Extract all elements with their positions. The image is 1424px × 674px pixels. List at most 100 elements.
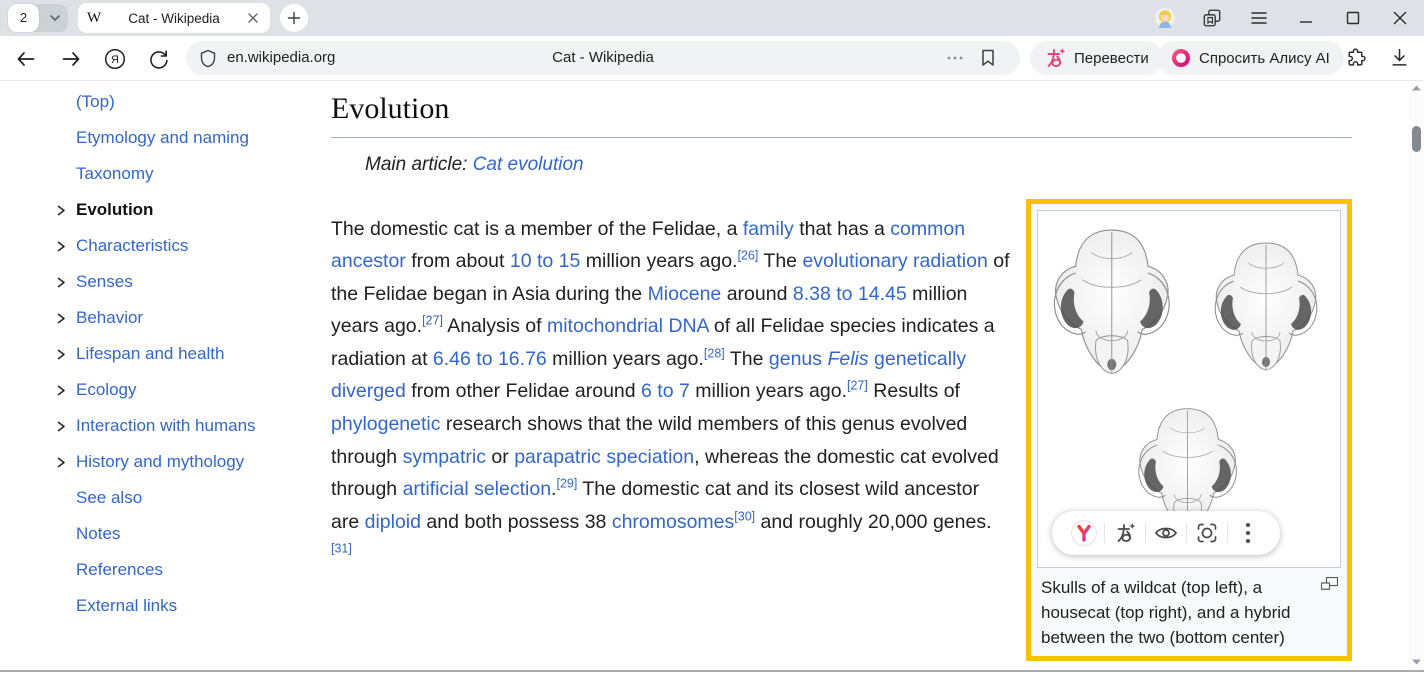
scroll-up-icon[interactable] bbox=[1411, 84, 1422, 92]
sidebar-item-characteristics[interactable]: Characteristics bbox=[56, 228, 321, 264]
article-link[interactable]: 6.46 to 16.76 bbox=[433, 348, 547, 370]
sidebar-item-label[interactable]: Characteristics bbox=[76, 236, 188, 255]
sidebar-item-notes[interactable]: Notes bbox=[56, 516, 321, 552]
figure-image[interactable] bbox=[1037, 210, 1341, 568]
sidebar-item-behavior[interactable]: Behavior bbox=[56, 300, 321, 336]
article-link[interactable]: genus bbox=[769, 348, 822, 370]
sidebar-item-references[interactable]: References bbox=[56, 552, 321, 588]
article-link[interactable]: 6 to 7 bbox=[641, 380, 690, 402]
chevron-right-icon[interactable] bbox=[54, 348, 67, 361]
chevron-right-icon[interactable] bbox=[54, 204, 67, 217]
reference-superscript: [26] bbox=[738, 249, 759, 263]
article-link[interactable]: mitochondrial DNA bbox=[547, 315, 708, 337]
chevron-right-icon[interactable] bbox=[54, 240, 67, 253]
forward-button[interactable] bbox=[60, 48, 82, 70]
ask-alice-button[interactable]: Спросить Алису AI bbox=[1157, 41, 1344, 75]
article-link[interactable]: phylogenetic bbox=[331, 413, 441, 435]
article-link[interactable]: sympatric bbox=[403, 446, 486, 468]
sidebar-item-label[interactable]: Taxonomy bbox=[76, 164, 153, 183]
image-search-icon[interactable] bbox=[1194, 520, 1220, 546]
reference-link[interactable]: [29] bbox=[556, 477, 577, 491]
sidebar-item-label[interactable]: Etymology and naming bbox=[76, 128, 249, 147]
article-link[interactable]: 8.38 to 14.45 bbox=[793, 283, 907, 305]
sidebar-item-top[interactable]: (Top) bbox=[56, 84, 321, 120]
article-link[interactable]: 10 to 15 bbox=[510, 250, 580, 272]
bookmark-icon[interactable] bbox=[980, 48, 996, 68]
vertical-scrollbar[interactable] bbox=[1409, 81, 1424, 669]
main-article-link[interactable]: Cat evolution bbox=[473, 154, 584, 175]
chevron-down-icon[interactable] bbox=[49, 13, 61, 23]
tab-panels-icon[interactable] bbox=[1202, 8, 1222, 28]
sidebar-item-label[interactable]: References bbox=[76, 560, 163, 579]
chevron-right-icon[interactable] bbox=[54, 384, 67, 397]
sidebar-item-label[interactable]: Senses bbox=[76, 272, 133, 291]
sidebar-item-etymology-and-naming[interactable]: Etymology and naming bbox=[56, 120, 321, 156]
enlarge-icon[interactable] bbox=[1321, 577, 1338, 590]
tab-close-icon[interactable] bbox=[245, 10, 261, 26]
new-tab-button[interactable] bbox=[280, 4, 308, 32]
article-link[interactable]: diploid bbox=[365, 511, 421, 533]
maximize-button[interactable] bbox=[1343, 8, 1363, 28]
sidebar-item-ecology[interactable]: Ecology bbox=[56, 372, 321, 408]
tab-counter[interactable]: 2 bbox=[8, 4, 39, 32]
window-bottom-edge bbox=[0, 670, 1424, 672]
browser-tab[interactable]: W Cat - Wikipedia bbox=[78, 3, 270, 33]
scroll-down-icon[interactable] bbox=[1411, 658, 1422, 666]
reference-link[interactable]: [27] bbox=[422, 314, 443, 328]
sidebar-item-label[interactable]: External links bbox=[76, 596, 177, 615]
chevron-right-icon[interactable] bbox=[54, 312, 67, 325]
yandex-home-icon[interactable]: Я bbox=[104, 48, 126, 70]
sidebar-item-label[interactable]: Interaction with humans bbox=[76, 416, 256, 435]
article-link[interactable]: parapatric speciation bbox=[514, 446, 694, 468]
chevron-right-icon[interactable] bbox=[54, 420, 67, 433]
back-button[interactable] bbox=[15, 48, 37, 70]
sidebar-item-label[interactable]: See also bbox=[76, 488, 142, 507]
reference-link[interactable]: [26] bbox=[738, 249, 759, 263]
sidebar-item-senses[interactable]: Senses bbox=[56, 264, 321, 300]
article-link[interactable]: artificial selection bbox=[403, 478, 551, 500]
sidebar-item-label[interactable]: Evolution bbox=[76, 200, 153, 219]
plus-icon bbox=[287, 11, 301, 25]
sidebar-item-label[interactable]: Notes bbox=[76, 524, 120, 543]
sidebar-item-evolution[interactable]: Evolution bbox=[56, 192, 321, 228]
sidebar-item-label[interactable]: Behavior bbox=[76, 308, 143, 327]
article-link[interactable]: Miocene bbox=[648, 283, 722, 305]
sidebar-item-lifespan-and-health[interactable]: Lifespan and health bbox=[56, 336, 321, 372]
close-window-button[interactable] bbox=[1390, 8, 1410, 28]
sidebar-item-interaction-with-humans[interactable]: Interaction with humans bbox=[56, 408, 321, 444]
article-link[interactable]: Felis bbox=[827, 348, 868, 370]
reload-button[interactable] bbox=[148, 48, 170, 70]
scrollbar-thumb[interactable] bbox=[1412, 126, 1421, 152]
reference-link[interactable]: [30] bbox=[734, 509, 755, 523]
eye-icon[interactable] bbox=[1153, 520, 1179, 546]
minimize-button[interactable] bbox=[1296, 8, 1316, 28]
extensions-icon[interactable] bbox=[1345, 47, 1367, 69]
address-bar[interactable]: en.wikipedia.org Cat - Wikipedia bbox=[186, 41, 1020, 75]
chevron-right-icon[interactable] bbox=[54, 456, 67, 469]
sidebar-item-label[interactable]: Ecology bbox=[76, 380, 136, 399]
translate-button[interactable]: Перевести bbox=[1030, 41, 1163, 75]
sidebar-item-see-also[interactable]: See also bbox=[56, 480, 321, 516]
sidebar-item-external-links[interactable]: External links bbox=[56, 588, 321, 624]
reference-link[interactable]: [31] bbox=[331, 542, 352, 556]
chevron-right-icon[interactable] bbox=[54, 276, 67, 289]
more-options-icon[interactable] bbox=[946, 50, 964, 66]
more-dots-icon[interactable] bbox=[1235, 520, 1261, 546]
sidebar-item-label[interactable]: Lifespan and health bbox=[76, 344, 224, 363]
reference-superscript: [28] bbox=[704, 346, 725, 360]
profile-avatar[interactable] bbox=[1155, 8, 1175, 28]
sidebar-item-label[interactable]: History and mythology bbox=[76, 452, 244, 471]
reference-link[interactable]: [27] bbox=[847, 379, 868, 393]
reference-link[interactable]: [28] bbox=[704, 346, 725, 360]
downloads-icon[interactable] bbox=[1389, 47, 1411, 69]
translate-image-icon[interactable] bbox=[1112, 520, 1138, 546]
article-link[interactable]: chromosomes bbox=[612, 511, 734, 533]
sidebar-item-history-and-mythology[interactable]: History and mythology bbox=[56, 444, 321, 480]
tab-counter-group[interactable]: 2 bbox=[8, 4, 68, 32]
sidebar-item-label[interactable]: (Top) bbox=[76, 92, 115, 111]
yandex-logo-icon[interactable] bbox=[1071, 520, 1097, 546]
sidebar-item-taxonomy[interactable]: Taxonomy bbox=[56, 156, 321, 192]
article-link[interactable]: evolutionary radiation bbox=[802, 250, 987, 272]
article-link[interactable]: family bbox=[743, 218, 794, 240]
menu-icon[interactable] bbox=[1249, 8, 1269, 28]
